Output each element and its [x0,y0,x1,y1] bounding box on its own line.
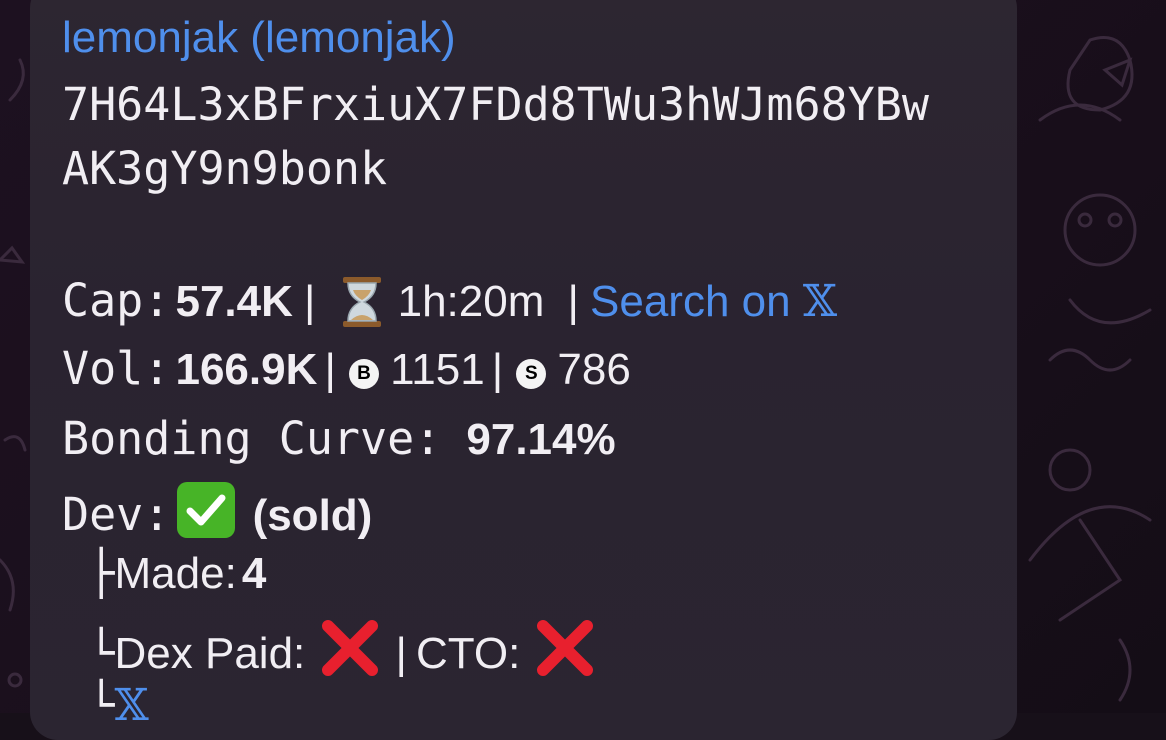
dev-row: Dev: (sold) [62,482,372,538]
search-on-x-link[interactable]: Search on 𝕏 [590,277,837,326]
bonding-curve-value: 97.14% [466,415,616,464]
token-title-link[interactable]: lemonjak (lemonjak) [62,16,456,60]
bonding-curve-row: Bonding Curve: 97.14% [62,416,616,462]
sell-badge-icon: S [516,359,547,389]
x-link-icon[interactable]: 𝕏 [115,680,149,731]
sells-count: 786 [557,345,631,394]
vol-row: Vol: 166.9K | B 1151 | S 786 [62,346,631,392]
cap-label: Cap: [62,274,171,327]
separator: | [324,345,336,394]
x-link-row: └𝕏 [88,684,149,728]
tree-branch: ├ [88,548,115,599]
vol-label: Vol: [62,342,171,395]
dev-label: Dev: [62,488,171,541]
tree-branch: └ [88,628,115,679]
vol-value: 166.9K [175,345,318,394]
search-link-label[interactable]: Search on [590,277,791,326]
token-age: 1h:20m [397,277,545,326]
contract-address-line2[interactable]: AK3gY9n9bonk [62,146,387,191]
cap-value: 57.4K [175,277,293,326]
tree-branch: └ [88,680,115,731]
contract-address-line1[interactable]: 7H64L3xBFrxiuX7FDd8TWu3hWJm68YBw [62,82,929,127]
x-icon[interactable]: 𝕏 [803,276,837,327]
cross-icon [535,618,595,681]
cap-row: Cap: 57.4K | 1h:20m | Search on 𝕏 [62,276,837,331]
made-row: ├Made: 4 [88,552,266,596]
buys-count: 1151 [390,345,485,394]
dex-paid-label: Dex Paid: [114,629,306,678]
checkmark-icon [177,482,236,538]
bonding-curve-label: Bonding Curve: [62,412,442,465]
separator: | [491,345,504,394]
cross-icon [320,618,380,681]
dex-paid-row: └Dex Paid: | CTO: [88,618,605,681]
separator: | [303,277,316,326]
dev-status: (sold) [252,491,373,540]
made-label: Made: [114,549,237,598]
buy-badge-icon: B [348,359,379,389]
cto-label: CTO: [415,629,521,678]
made-value: 4 [241,549,267,598]
separator: | [395,629,407,678]
hourglass-icon [341,276,383,331]
separator: | [567,277,579,326]
